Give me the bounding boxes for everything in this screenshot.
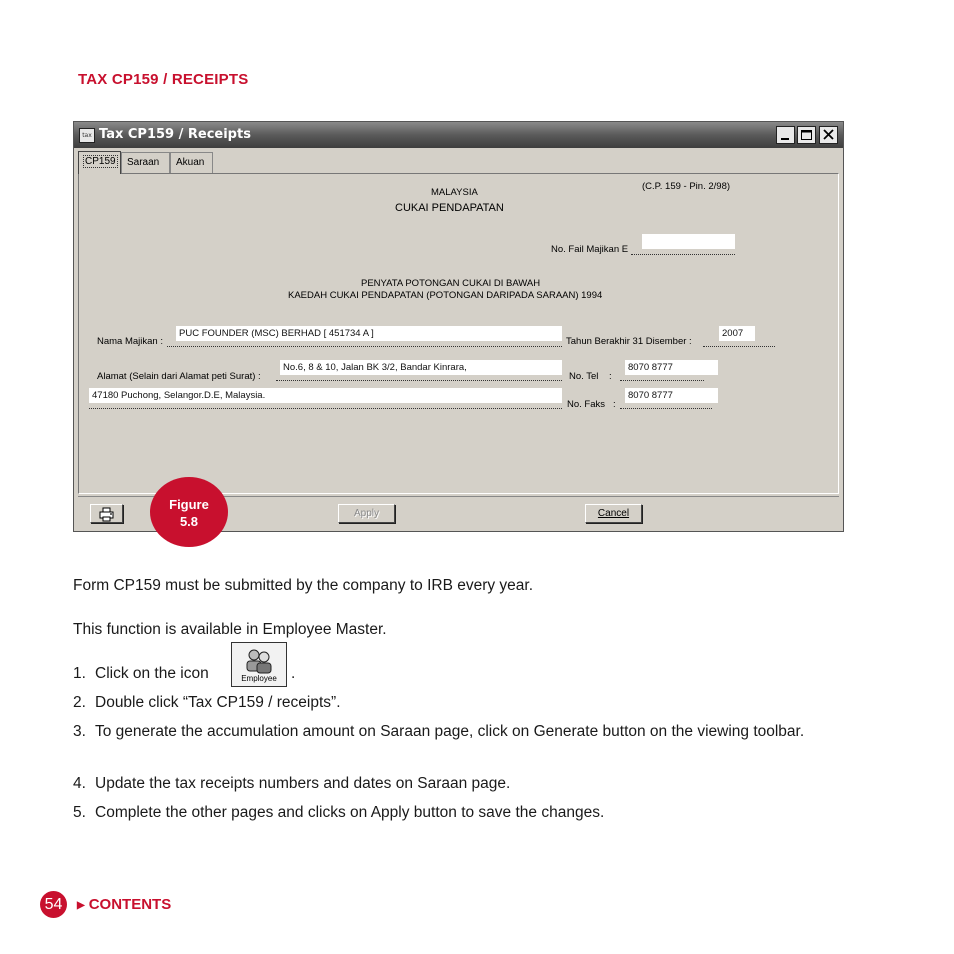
step-1: 1. Click on the icon. [73,663,853,685]
fax-colon: : [613,399,616,410]
year-input[interactable]: 2007 [719,326,755,341]
tax-cp159-window: tax Tax CP159 / Receipts CP159 Saraan Ak… [73,121,844,532]
step-4-text: Update the tax receipts numbers and date… [95,775,511,792]
fax-dots [620,408,712,409]
cancel-button[interactable]: Cancel [585,504,642,523]
address-line2-input[interactable]: 47180 Puchong, Selangor.D.E, Malaysia. [89,388,562,403]
tel-dots [620,380,704,381]
apply-button-label: Apply [353,508,379,519]
step-1-text: Click on the icon [95,665,209,682]
step-2-number: 2. [73,694,86,711]
step-2-text: Double click “Tax CP159 / receipts”. [95,694,341,711]
page-number: 54 [40,891,67,918]
country-label: MALAYSIA [431,187,478,198]
maximize-button[interactable] [797,126,816,144]
fax-input[interactable]: 8070 8777 [625,388,718,403]
figure-badge-line1: Figure [169,497,209,512]
tab-cp159-label: CP159 [83,155,118,168]
window-titlebar[interactable]: tax Tax CP159 / Receipts [74,122,843,148]
file-no-dots [631,254,735,255]
tab-saraan-label: Saraan [127,157,160,168]
maximize-icon [801,130,812,140]
address-line1-input[interactable]: No.6, 8 & 10, Jalan BK 3/2, Bandar Kinra… [280,360,562,375]
file-no-label: No. Fail Majikan E [551,244,629,255]
statement-line2: KAEDAH CUKAI PENDAPATAN (POTONGAN DARIPA… [288,290,603,301]
step-3-number: 3. [73,723,86,740]
paragraph-2: This function is available in Employee M… [73,621,387,638]
step-4: 4. Update the tax receipts numbers and da… [73,773,853,795]
employer-label: Nama Majikan : [97,336,163,347]
statement-line1: PENYATA POTONGAN CUKAI DI BAWAH [361,278,541,289]
employer-input[interactable]: PUC FOUNDER (MSC) BERHAD [ 451734 A ] [176,326,562,341]
apply-button[interactable]: Apply [338,504,395,523]
fax-label: No. Faks [567,399,606,410]
cp159-panel: MALAYSIA (C.P. 159 - Pin. 2/98) CUKAI PE… [78,173,839,494]
form-reference: (C.P. 159 - Pin. 2/98) [642,181,731,192]
minimize-icon [781,138,789,140]
tel-colon: : [609,371,612,382]
tab-cp159[interactable]: CP159 [78,151,121,174]
app-icon: tax [79,128,95,143]
address-label: Alamat (Selain dari Alamat peti Surat) : [97,371,261,382]
print-icon [99,507,113,522]
contents-link[interactable]: ▶ CONTENTS [77,896,171,913]
step-4-number: 4. [73,775,86,792]
form-heading: CUKAI PENDAPATAN [395,202,504,214]
employee-people-icon [246,649,272,674]
figure-badge: Figure 5.8 [150,477,228,547]
step-3-text: To generate the accumulation amount on S… [95,723,805,740]
year-label: Tahun Berakhir 31 Disember : [566,336,692,347]
print-button[interactable] [90,504,123,523]
employee-icon-label: Employee [241,674,277,683]
tel-input[interactable]: 8070 8777 [625,360,718,375]
file-no-input[interactable] [642,234,735,249]
employer-dots [167,346,562,347]
minimize-button[interactable] [776,126,795,144]
step-5-text: Complete the other pages and clicks on A… [95,804,605,821]
paragraph-1: Form CP159 must be submitted by the comp… [73,577,534,594]
contents-label: CONTENTS [88,896,172,913]
step-1-suffix: . [291,665,296,682]
tel-label: No. Tel [569,371,599,382]
address-dots-1 [276,380,562,381]
figure-badge-line2: 5.8 [179,514,199,529]
close-icon [823,129,834,140]
year-dots [703,346,775,347]
tab-saraan[interactable]: Saraan [121,152,170,173]
section-title: TAX CP159 / RECEIPTS [78,71,249,88]
close-button[interactable] [819,126,838,144]
cancel-button-label: Cancel [597,508,630,519]
step-5: 5. Complete the other pages and clicks on… [73,802,853,824]
tab-akuan[interactable]: Akuan [170,152,213,173]
step-3: 3. To generate the accumulation amount on… [73,721,853,743]
employee-icon[interactable]: Employee [231,642,287,687]
step-2: 2. Double click “Tax CP159 / receipts”. [73,692,853,714]
triangle-right-icon: ▶ [77,900,85,911]
step-1-number: 1. [73,665,86,682]
window-title: Tax CP159 / Receipts [99,127,251,142]
step-5-number: 5. [73,804,86,821]
tab-akuan-label: Akuan [176,157,205,168]
address-dots-2 [89,408,562,409]
